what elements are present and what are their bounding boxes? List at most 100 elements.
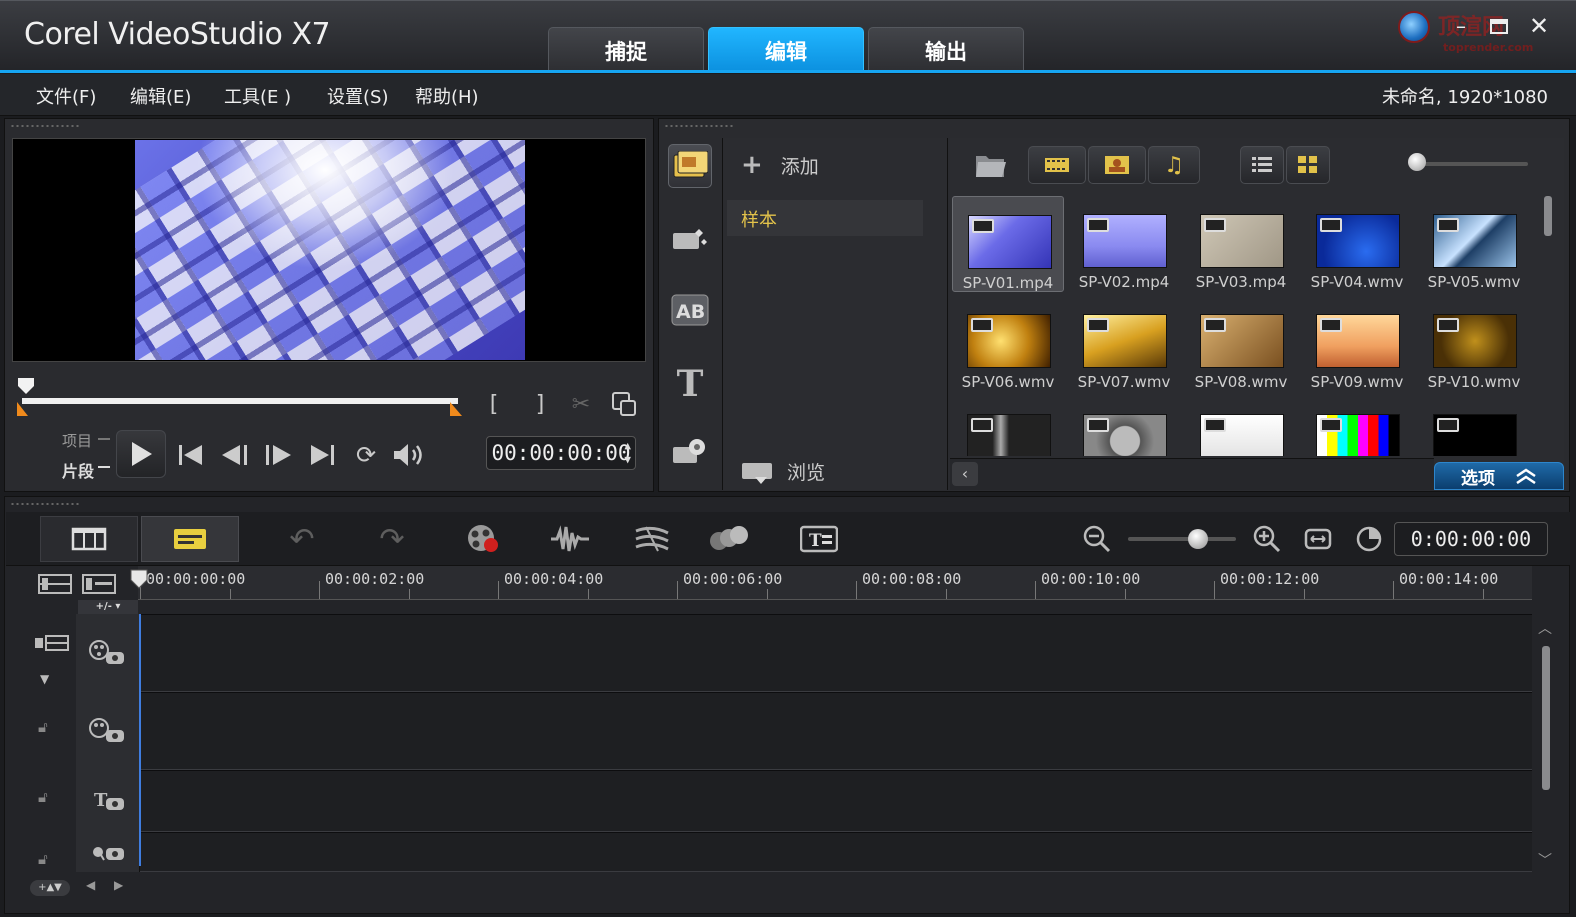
panel-grip[interactable] <box>10 502 80 506</box>
clip-thumbnail[interactable]: SP-V09.wmv <box>1301 296 1413 392</box>
record-capture-icon[interactable] <box>462 516 504 562</box>
clip-thumbnail[interactable]: SP-V04.wmv <box>1301 196 1413 292</box>
title-track-eye-icon[interactable]: T <box>88 788 128 814</box>
clip-thumbnail[interactable] <box>952 396 1064 456</box>
undo-icon[interactable]: ↶ <box>282 516 322 562</box>
thumbnail-size-handle[interactable] <box>1408 153 1426 171</box>
fit-project-icon[interactable] <box>1304 526 1332 552</box>
menu-file[interactable]: 文件(F) <box>36 83 96 109</box>
chevron-up-icon[interactable]: ︿ <box>1538 618 1552 638</box>
browse-button[interactable]: 浏览 <box>741 458 825 485</box>
next-frame-icon[interactable] <box>262 442 294 468</box>
help-globe-icon[interactable] <box>1398 11 1430 43</box>
title-track[interactable] <box>76 770 1532 832</box>
timecode-stepper-icon[interactable]: ▲ ▼ <box>624 439 631 467</box>
panel-grip[interactable] <box>664 124 734 128</box>
overlay-track-eye-icon[interactable] <box>88 716 128 746</box>
auto-music-icon[interactable] <box>630 516 674 562</box>
show-audio-button[interactable]: ♫ <box>1148 146 1200 184</box>
playhead-marker[interactable] <box>128 568 152 590</box>
mode-project-label[interactable]: 项目 <box>62 430 92 451</box>
clip-thumbnail[interactable]: SP-V03.mp4 <box>1185 196 1297 292</box>
split-clip-icon[interactable]: ✂ <box>566 388 596 420</box>
overlay-track[interactable] <box>76 692 1532 770</box>
enlarge-preview-icon[interactable] <box>608 388 640 420</box>
clip-thumbnail[interactable]: SP-V05.wmv <box>1418 196 1530 292</box>
add-folder-button[interactable]: + 添加 <box>741 150 819 180</box>
title-text-icon[interactable]: T <box>668 362 712 406</box>
transition-icon[interactable]: AB <box>668 288 712 332</box>
chapter-cue-icon[interactable] <box>82 572 118 596</box>
mode-clip-label[interactable]: 片段 <box>62 458 94 482</box>
lock-icon[interactable]: 🔓︎ <box>38 718 48 736</box>
subtitle-editor-icon[interactable]: T <box>798 516 840 562</box>
thumbnail-view-button[interactable] <box>1286 146 1330 184</box>
sound-mixer-icon[interactable] <box>548 516 592 562</box>
timeline-ruler[interactable]: 00:00:00:00 00:00:02:00 00:00:04:00 00:00:0… <box>138 566 1532 600</box>
clip-thumbnail[interactable]: SP-V10.wmv <box>1418 296 1530 392</box>
clip-thumbnail[interactable] <box>1185 396 1297 456</box>
tab-capture[interactable]: 捕捉 <box>548 27 704 73</box>
zoom-slider[interactable] <box>1128 537 1236 541</box>
tab-edit[interactable]: 编辑 <box>708 27 864 73</box>
timeline-view-button[interactable] <box>141 516 239 562</box>
timeline-vertical-scrollbar[interactable]: ︿ ﹀ <box>1536 614 1556 872</box>
show-videos-button[interactable] <box>1028 146 1086 184</box>
clip-thumbnail[interactable]: SP-V07.wmv <box>1068 296 1180 392</box>
graphic-icon[interactable] <box>668 430 712 474</box>
track-manager-icon[interactable] <box>38 572 74 596</box>
scroll-left-icon[interactable]: ◀ <box>86 878 95 892</box>
zoom-slider-handle[interactable] <box>1188 529 1208 549</box>
list-view-button[interactable] <box>1240 146 1284 184</box>
redo-icon[interactable]: ↷ <box>372 516 412 562</box>
clip-thumbnail[interactable] <box>1418 396 1530 456</box>
add-remove-tracks[interactable]: +/- ▾ <box>78 600 138 614</box>
track-options-icon[interactable]: +▲▼ <box>30 880 70 896</box>
panel-grip[interactable] <box>10 124 80 128</box>
menu-help[interactable]: 帮助(H) <box>415 83 479 109</box>
lock-icon[interactable]: 🔓︎ <box>38 788 48 806</box>
clip-thumbnail[interactable]: SP-V01.mp4 <box>952 196 1064 292</box>
folder-sample[interactable]: 样本 <box>727 200 923 236</box>
instant-project-icon[interactable] <box>668 216 712 260</box>
collapse-library-icon[interactable]: ‹ <box>952 462 978 486</box>
clip-thumbnail[interactable] <box>1301 396 1413 456</box>
library-scrollbar[interactable] <box>1544 196 1552 236</box>
lock-icon[interactable]: 🔓︎ <box>38 850 48 868</box>
zoom-out-icon[interactable] <box>1082 524 1112 554</box>
menu-edit[interactable]: 编辑(E) <box>130 83 191 109</box>
options-button[interactable]: 选项 <box>1434 462 1564 490</box>
scroll-right-icon[interactable]: ▶ <box>114 878 123 892</box>
voice-track-eye-icon[interactable] <box>88 840 128 864</box>
clip-thumbnail[interactable] <box>1068 396 1180 456</box>
tab-share[interactable]: 输出 <box>868 27 1024 73</box>
go-to-start-icon[interactable] <box>176 442 206 468</box>
maximize-icon[interactable] <box>1484 11 1514 41</box>
thumbnail-size-slider[interactable] <box>1416 162 1528 166</box>
minimize-icon[interactable]: – <box>1446 11 1476 41</box>
mark-in-button[interactable]: [ <box>480 388 508 420</box>
menu-tools[interactable]: 工具(E ) <box>224 83 291 109</box>
storyboard-view-button[interactable] <box>40 516 138 562</box>
video-track[interactable] <box>76 614 1532 692</box>
menu-settings[interactable]: 设置(S) <box>327 83 388 109</box>
video-track-eye-icon[interactable] <box>88 638 128 668</box>
show-photos-button[interactable] <box>1088 146 1146 184</box>
go-to-end-icon[interactable] <box>308 442 338 468</box>
project-duration-icon[interactable] <box>1356 526 1384 554</box>
import-folder-icon[interactable] <box>974 150 1008 180</box>
clip-thumbnail[interactable]: SP-V08.wmv <box>1185 296 1297 392</box>
ripple-editing-icon[interactable] <box>34 634 70 654</box>
clip-thumbnail[interactable]: SP-V02.mp4 <box>1068 196 1180 292</box>
chevron-down-icon[interactable]: ﹀ <box>1538 850 1552 870</box>
previous-frame-icon[interactable] <box>220 442 252 468</box>
media-library-icon[interactable] <box>668 144 712 188</box>
zoom-in-icon[interactable] <box>1252 524 1282 554</box>
close-icon[interactable]: ✕ <box>1524 11 1554 41</box>
timeline-timecode[interactable]: 0:00:00:00 <box>1394 522 1548 556</box>
clip-thumbnail[interactable]: SP-V06.wmv <box>952 296 1064 392</box>
volume-icon[interactable] <box>392 442 428 468</box>
mark-out-button[interactable]: ] <box>526 388 554 420</box>
voice-track[interactable] <box>76 832 1532 872</box>
chevron-down-icon[interactable]: ▼ <box>40 672 49 686</box>
